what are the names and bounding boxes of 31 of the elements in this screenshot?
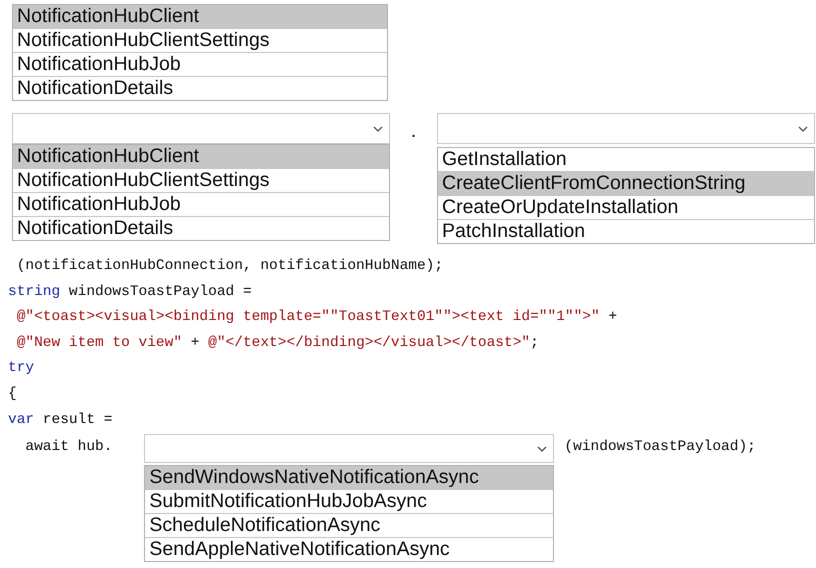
list-option[interactable]: NotificationHubClientSettings bbox=[13, 169, 389, 193]
code-line: @"<toast><visual><binding template=""ToastText01""><text id=""1"">" + bbox=[16, 308, 618, 328]
list-option[interactable]: NotificationHubClient bbox=[13, 5, 387, 29]
dropdown-field[interactable] bbox=[437, 113, 815, 144]
list-option[interactable]: NotificationHubJob bbox=[13, 53, 387, 77]
list-option[interactable]: SubmitNotificationHubJobAsync bbox=[145, 490, 554, 514]
code-text: (windowsToastPayload); bbox=[564, 438, 756, 458]
code-line: @"New item to view" + @"</text></binding></visual></toast>"; bbox=[16, 334, 540, 353]
chevron-down-icon bbox=[373, 126, 383, 132]
list-option[interactable]: PatchInstallation bbox=[438, 220, 814, 243]
chevron-down-icon bbox=[537, 446, 548, 452]
code-line: var result = bbox=[8, 410, 114, 430]
chevron-down-icon bbox=[798, 126, 808, 132]
dropdown-field[interactable] bbox=[144, 434, 554, 464]
dot-separator: . bbox=[410, 119, 418, 141]
list-option[interactable]: NotificationHubJob bbox=[13, 193, 389, 217]
list-option[interactable]: CreateClientFromConnectionString bbox=[438, 172, 814, 196]
dropdown-field[interactable] bbox=[12, 113, 390, 144]
list-option[interactable]: CreateOrUpdateInstallation bbox=[438, 196, 814, 220]
list-option[interactable]: NotificationDetails bbox=[13, 217, 389, 240]
code-line: string windowsToastPayload = bbox=[8, 282, 253, 302]
list-option[interactable]: ScheduleNotificationAsync bbox=[145, 514, 554, 538]
code-line: { bbox=[8, 384, 18, 404]
list-option[interactable]: SendWindowsNativeNotificationAsync bbox=[145, 466, 554, 490]
list-option[interactable]: NotificationDetails bbox=[13, 77, 387, 100]
code-line: try bbox=[8, 359, 36, 378]
list-option[interactable]: SendAppleNativeNotificationAsync bbox=[145, 538, 554, 562]
list-option[interactable]: NotificationHubClientSettings bbox=[13, 29, 387, 53]
code-text: await hub. bbox=[24, 438, 112, 458]
code-line: (notificationHubConnection, notificationHubName); bbox=[16, 257, 444, 276]
list-option[interactable]: NotificationHubClient bbox=[13, 145, 389, 169]
